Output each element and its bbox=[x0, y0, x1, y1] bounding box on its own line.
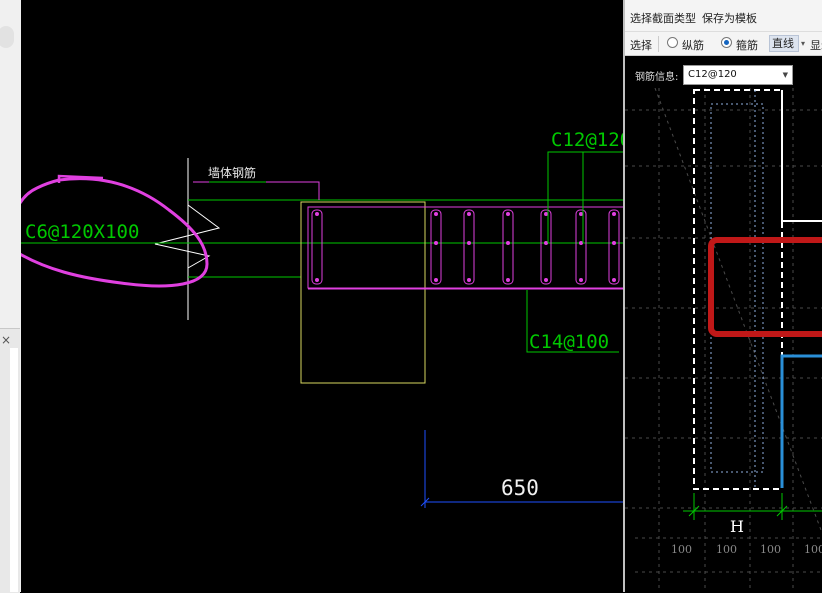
column-section-outline bbox=[693, 89, 783, 490]
toolbar-divider bbox=[658, 36, 659, 52]
dimension-value: 650 bbox=[501, 476, 539, 500]
steel-info-label: 钢筋信息: bbox=[635, 72, 679, 83]
chevron-down-icon: ▾ bbox=[800, 39, 805, 48]
grid-value: 100 bbox=[716, 543, 737, 556]
break-zigzag bbox=[154, 204, 221, 269]
menu-save-template[interactable]: 保存为模板 bbox=[702, 10, 757, 26]
section-edge-blue bbox=[780, 354, 822, 488]
label-bottom: C14@100 bbox=[529, 331, 609, 353]
wall-label: 墙体钢筋 bbox=[208, 165, 256, 180]
sidebar-scroll-area[interactable] bbox=[10, 348, 18, 592]
wall-leader bbox=[193, 181, 320, 200]
radio-stirrup[interactable] bbox=[721, 37, 732, 48]
section-grid bbox=[625, 88, 822, 592]
section-editor-panel: 选择截面类型 保存为模板 选择 纵筋 箍筋 直线 ▾ 显示 钢筋信息: C12@1… bbox=[623, 0, 822, 592]
cad-canvas[interactable]: 墙体钢筋 C12@120 C14@100 C6@120X100 650 bbox=[21, 0, 623, 592]
line-mode-label: 直线 bbox=[772, 37, 794, 50]
grid-value: 100 bbox=[671, 543, 692, 556]
sidebar-handle[interactable] bbox=[0, 26, 14, 48]
label-left: C6@120X100 bbox=[25, 221, 139, 243]
section-preview-canvas[interactable]: H 100 100 100 100 bbox=[625, 88, 822, 592]
left-sidebar: × bbox=[0, 0, 21, 593]
steel-info-value: C12@120 bbox=[688, 69, 737, 80]
panel-toolbar: 选择 纵筋 箍筋 直线 ▾ 显示 bbox=[625, 32, 822, 56]
radio-stirrup-label[interactable]: 箍筋 bbox=[736, 37, 758, 53]
stirrup-group bbox=[430, 209, 620, 285]
chevron-down-icon: ▼ bbox=[782, 71, 788, 79]
panel-menubar: 选择截面类型 保存为模板 bbox=[625, 0, 822, 32]
selected-stirrup[interactable] bbox=[708, 237, 822, 337]
select-button[interactable]: 选择 bbox=[630, 37, 652, 53]
label-top-right: C12@120 bbox=[551, 129, 623, 151]
grid-value: 100 bbox=[760, 543, 781, 556]
h-dim-label: H bbox=[730, 517, 744, 536]
radio-longitudinal-label[interactable]: 纵筋 bbox=[682, 37, 704, 53]
steel-info-row: 钢筋信息: C12@120 ▼ bbox=[625, 56, 822, 88]
stirrup-left bbox=[311, 209, 323, 285]
line-mode-dropdown[interactable]: 直线 ▾ bbox=[769, 35, 805, 52]
display-button[interactable]: 显示 bbox=[810, 37, 822, 53]
radio-longitudinal[interactable] bbox=[667, 37, 678, 48]
close-icon[interactable]: × bbox=[1, 334, 11, 346]
grid-value: 100 bbox=[804, 543, 822, 556]
steel-info-select[interactable]: C12@120 ▼ bbox=[683, 65, 793, 85]
menu-select-section-type[interactable]: 选择截面类型 bbox=[630, 10, 696, 26]
column-outline bbox=[300, 201, 426, 384]
rebar-dots bbox=[315, 212, 616, 282]
